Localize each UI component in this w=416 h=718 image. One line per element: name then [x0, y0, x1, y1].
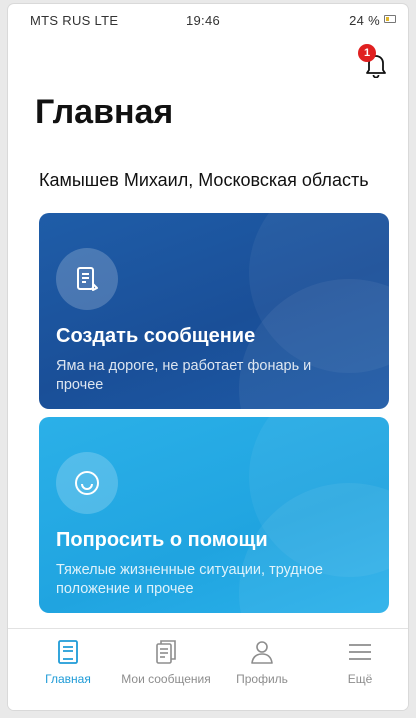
home-document-icon — [58, 640, 78, 664]
battery-icon — [384, 15, 396, 23]
document-icon — [56, 248, 118, 310]
notifications-button[interactable]: 1 — [358, 44, 392, 80]
bottom-tab-bar: Главная Мои сообщения Профиль Ещё — [8, 628, 408, 710]
tab-profile-label: Профиль — [236, 672, 288, 686]
ask-help-subtitle: Тяжелые жизненные ситуации, трудное поло… — [56, 562, 323, 597]
tab-profile[interactable]: Профиль — [230, 639, 294, 689]
menu-icon — [349, 644, 371, 660]
tab-more-label: Ещё — [347, 672, 373, 686]
battery-percent: 24 % — [349, 13, 380, 28]
notification-badge: 1 — [358, 44, 376, 62]
ask-help-card[interactable]: Попросить о помощи Тяжелые жизненные сит… — [39, 417, 389, 613]
user-name-region: Камышев Михаил, Московская область — [39, 170, 369, 190]
tab-home[interactable]: Главная — [38, 639, 98, 689]
status-time: 19:46 — [186, 13, 221, 28]
tab-more[interactable]: Ещё — [330, 639, 390, 689]
ask-help-title: Попросить о помощи — [56, 529, 268, 551]
tab-home-label: Главная — [45, 672, 91, 686]
smile-icon — [56, 452, 118, 514]
tab-my-messages[interactable]: Мои сообщения — [116, 639, 216, 689]
tab-my-messages-label: Мои сообщения — [121, 672, 211, 686]
profile-icon — [251, 641, 273, 664]
carrier-label: MTS RUS LTE — [30, 13, 119, 28]
create-message-subtitle: Яма на дороге, не работает фонарь и проч… — [56, 358, 312, 393]
messages-icon — [156, 640, 176, 664]
page-title: Главная — [35, 93, 174, 131]
phone-screen: MTS RUS LTE 19:46 24 % 1 Главная Камышев… — [8, 4, 408, 710]
status-bar: MTS RUS LTE 19:46 24 % — [8, 4, 408, 34]
create-message-title: Создать сообщение — [56, 325, 256, 347]
create-message-card[interactable]: Создать сообщение Яма на дороге, не рабо… — [39, 213, 389, 409]
